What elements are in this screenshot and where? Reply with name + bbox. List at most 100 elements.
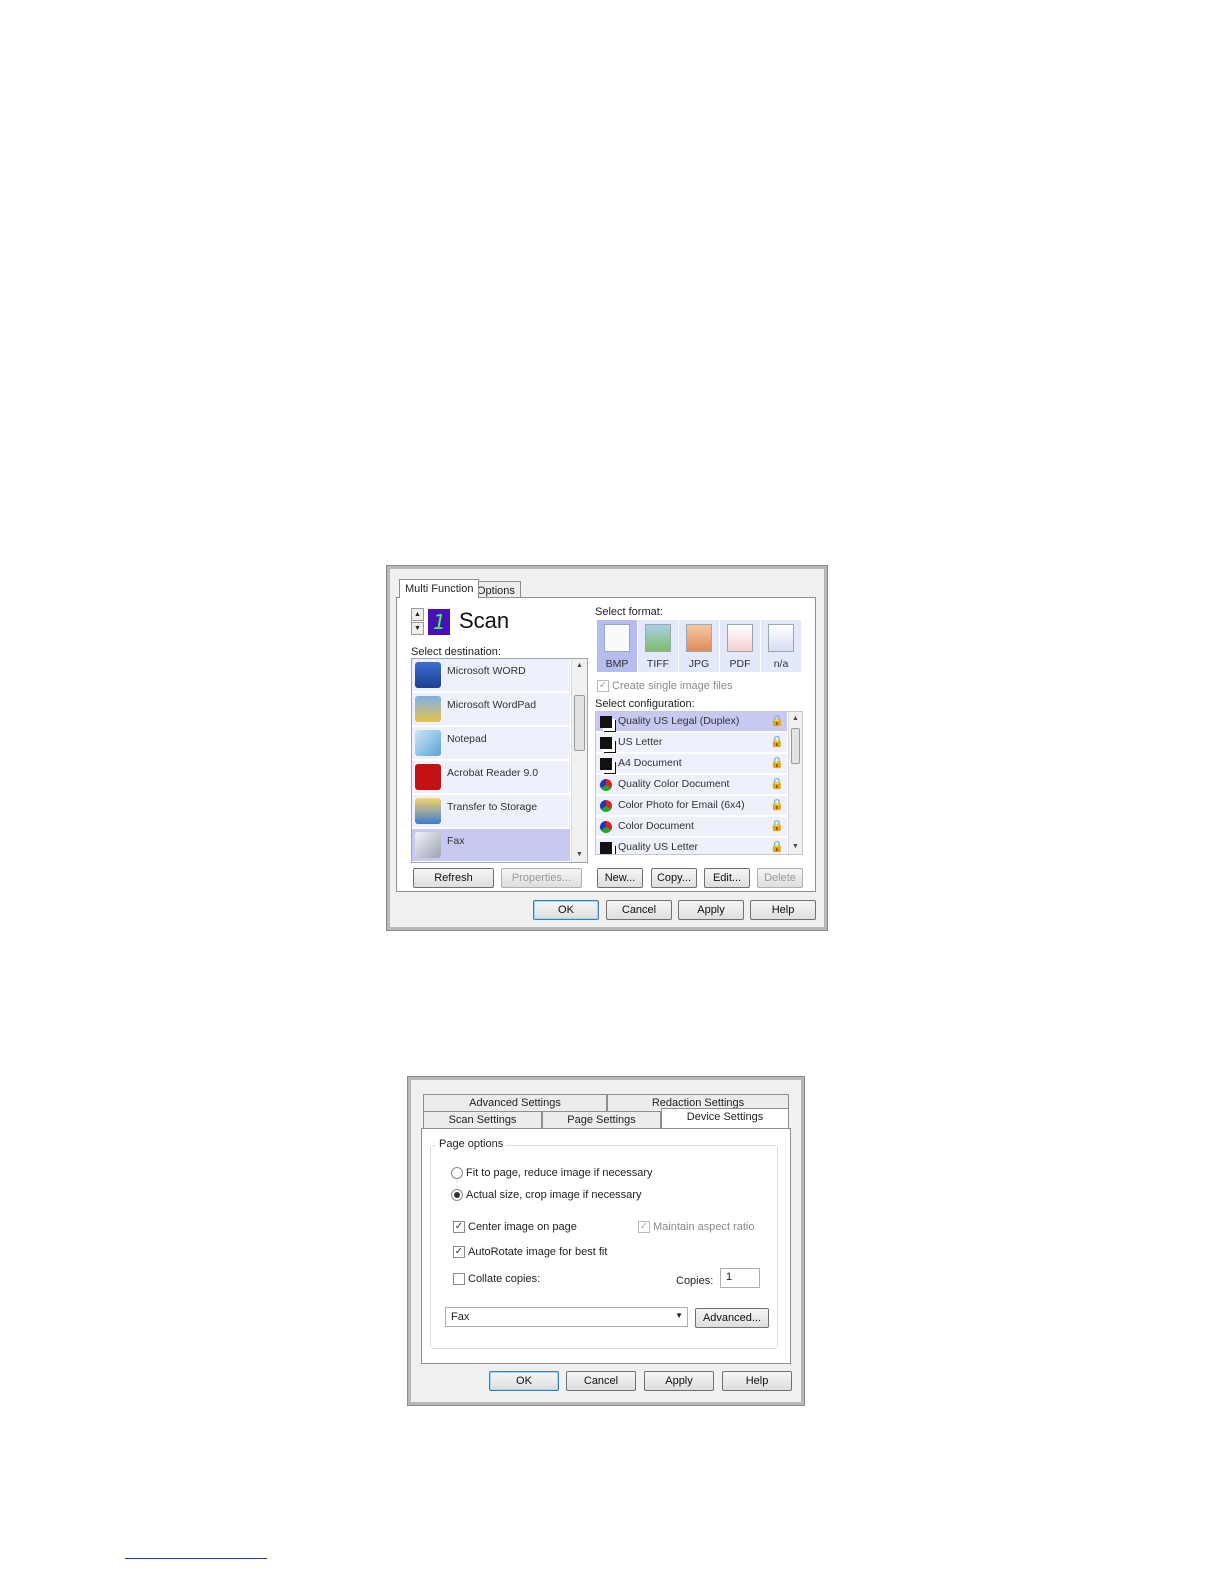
tab-multi-function[interactable]: Multi Function (399, 579, 480, 598)
pdf-icon (727, 624, 753, 652)
format-bmp[interactable]: BMP (597, 620, 637, 672)
help-button[interactable]: Help (750, 900, 816, 920)
center-image-label: Center image on page (468, 1221, 577, 1233)
tab-advanced-settings[interactable]: Advanced Settings (423, 1094, 607, 1111)
multi-function-dialog: Multi Function Options ▲ ▼ 1 Scan Select… (387, 566, 827, 930)
actual-size-radio[interactable] (451, 1189, 463, 1201)
function-down-button[interactable]: ▼ (411, 622, 424, 635)
configuration-label: Color Photo for Email (6x4) (618, 799, 745, 811)
table-row[interactable]: Color Photo for Email (6x4) 🔒 (596, 796, 787, 816)
copy-button[interactable]: Copy... (651, 868, 697, 888)
single-image-checkbox[interactable]: ✓ (597, 680, 609, 692)
lock-icon: 🔒 (770, 715, 784, 727)
function-up-button[interactable]: ▲ (411, 608, 424, 621)
edit-button[interactable]: Edit... (704, 868, 750, 888)
function-number-display: 1 (428, 609, 450, 635)
scroll-down-icon[interactable]: ▼ (789, 840, 802, 854)
format-label: BMP (605, 658, 629, 670)
bw-document-icon (600, 716, 612, 728)
format-tiff[interactable]: TIFF (638, 620, 678, 672)
select-destination-label: Select destination: (411, 646, 501, 658)
fit-to-page-radio[interactable] (451, 1167, 463, 1179)
autorotate-label: AutoRotate image for best fit (468, 1246, 608, 1258)
table-row[interactable]: Quality US Legal (Duplex) 🔒 (596, 712, 787, 732)
notepad-icon (415, 730, 441, 756)
scroll-thumb[interactable] (791, 728, 800, 764)
advanced-button[interactable]: Advanced... (695, 1308, 769, 1328)
destination-scrollbar[interactable]: ▲ ▼ (571, 659, 587, 862)
tab-scan-settings[interactable]: Scan Settings (423, 1111, 542, 1128)
scroll-down-icon[interactable]: ▼ (572, 848, 587, 862)
printer-select[interactable]: Fax ▼ (445, 1307, 688, 1327)
bw-document-icon (600, 842, 612, 854)
delete-button[interactable]: Delete (757, 868, 803, 888)
lock-icon: 🔒 (770, 841, 784, 853)
function-name: Scan (459, 608, 510, 633)
fit-to-page-label: Fit to page, reduce image if necessary (466, 1167, 653, 1179)
configuration-scrollbar[interactable]: ▲ ▼ (788, 712, 802, 854)
chevron-down-icon: ▼ (675, 1311, 683, 1320)
collate-checkbox[interactable] (453, 1273, 465, 1285)
scroll-up-icon[interactable]: ▲ (789, 712, 802, 726)
destination-label: Notepad (447, 733, 487, 745)
footnote-rule (125, 1558, 267, 1559)
function-underline (455, 636, 582, 637)
help-button[interactable]: Help (722, 1371, 792, 1391)
table-row[interactable]: Color Document 🔒 (596, 817, 787, 837)
configuration-label: Quality US Legal (Duplex) (618, 715, 740, 727)
scroll-up-icon[interactable]: ▲ (572, 659, 587, 673)
format-label: PDF (729, 658, 751, 670)
maintain-aspect-label: Maintain aspect ratio (653, 1221, 755, 1233)
format-label: n/a (773, 658, 789, 670)
fax-icon (415, 832, 441, 858)
table-row[interactable]: Quality Color Document 🔒 (596, 775, 787, 795)
table-row[interactable]: Quality US Letter 🔒 (596, 838, 787, 854)
scroll-thumb[interactable] (574, 695, 585, 751)
format-na[interactable]: n/a (761, 620, 801, 672)
single-image-label: Create single image files (612, 680, 733, 692)
copies-input[interactable]: 1 (720, 1268, 760, 1288)
configuration-label: Quality Color Document (618, 778, 730, 790)
tiff-icon (645, 624, 671, 652)
new-button[interactable]: New... (597, 868, 643, 888)
device-settings-dialog: Advanced Settings Redaction Settings Sca… (408, 1077, 804, 1405)
bw-document-icon (600, 737, 612, 749)
ok-button[interactable]: OK (489, 1371, 559, 1391)
center-image-checkbox[interactable]: ✓ (453, 1221, 465, 1233)
acrobat-icon (415, 764, 441, 790)
table-row[interactable]: US Letter 🔒 (596, 733, 787, 753)
list-item[interactable]: Transfer to Storage (412, 795, 570, 828)
printer-select-value: Fax (451, 1311, 470, 1323)
table-row[interactable]: A4 Document 🔒 (596, 754, 787, 774)
list-item[interactable]: Acrobat Reader 9.0 (412, 761, 570, 794)
bmp-icon (604, 624, 630, 652)
properties-button[interactable]: Properties... (501, 868, 582, 888)
destination-label: Microsoft WORD (447, 665, 526, 677)
cancel-button[interactable]: Cancel (566, 1371, 636, 1391)
format-jpg[interactable]: JPG (679, 620, 719, 672)
select-configuration-label: Select configuration: (595, 698, 695, 710)
text-document-icon (768, 624, 794, 652)
configuration-list[interactable]: Quality US Legal (Duplex) 🔒 US Letter 🔒 … (595, 711, 803, 855)
list-item[interactable]: Fax (412, 829, 570, 862)
format-pdf[interactable]: PDF (720, 620, 760, 672)
configuration-label: Color Document (618, 820, 694, 832)
tab-device-settings[interactable]: Device Settings (661, 1108, 789, 1128)
apply-button[interactable]: Apply (644, 1371, 714, 1391)
format-divider (595, 694, 793, 695)
list-item[interactable]: Microsoft WordPad (412, 693, 570, 726)
configuration-label: Quality US Letter (618, 841, 698, 853)
refresh-button[interactable]: Refresh (413, 868, 494, 888)
list-item[interactable]: Notepad (412, 727, 570, 760)
destination-label: Transfer to Storage (447, 801, 538, 813)
autorotate-checkbox[interactable]: ✓ (453, 1246, 465, 1258)
bw-document-icon (600, 758, 612, 770)
destination-list[interactable]: Microsoft WORD Microsoft WordPad Notepad… (411, 658, 588, 863)
lock-icon: 🔒 (770, 736, 784, 748)
apply-button[interactable]: Apply (678, 900, 744, 920)
cancel-button[interactable]: Cancel (606, 900, 672, 920)
tab-page-settings[interactable]: Page Settings (542, 1111, 661, 1128)
ok-button[interactable]: OK (533, 900, 599, 920)
list-item[interactable]: Microsoft WORD (412, 659, 570, 692)
maintain-aspect-checkbox[interactable]: ✓ (638, 1221, 650, 1233)
